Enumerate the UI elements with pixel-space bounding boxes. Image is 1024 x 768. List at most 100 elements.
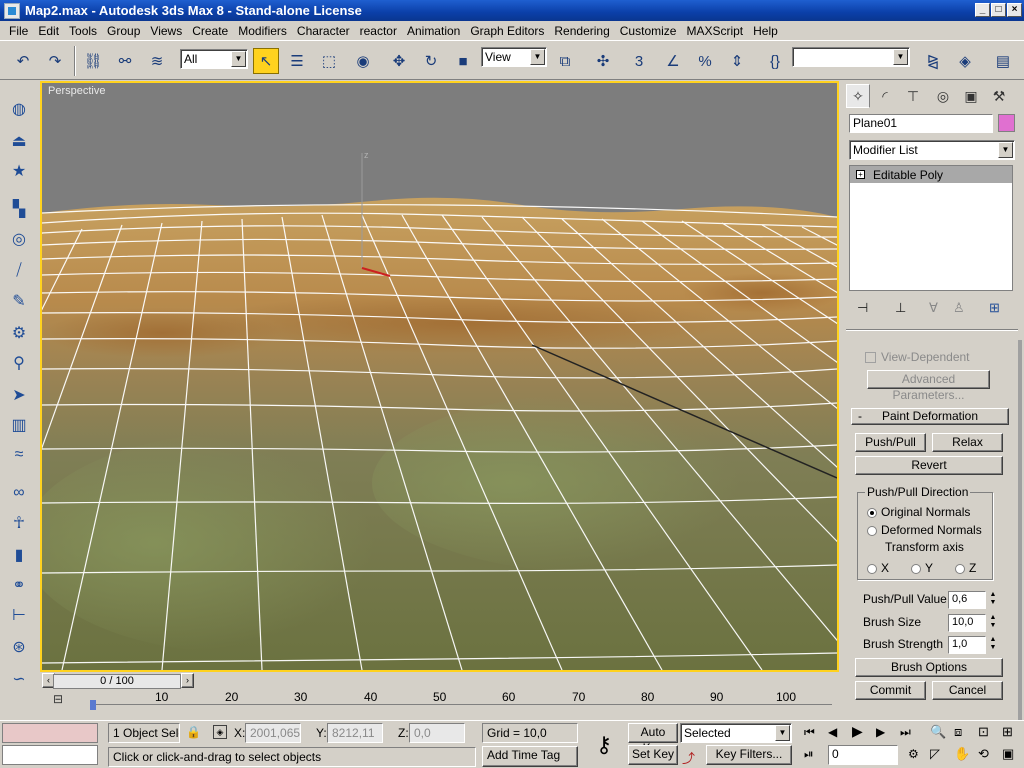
key-filters-button[interactable]: Key Filters... (706, 745, 792, 765)
snaps-toggle-icon[interactable]: 3 (626, 48, 652, 74)
link-icon[interactable]: ⚭ (7, 573, 31, 597)
original-normals-radio[interactable]: Original Normals (867, 505, 970, 519)
relax-button[interactable]: Relax (932, 433, 1003, 452)
push-pull-button[interactable]: Push/Pull (855, 433, 926, 452)
biped-icon[interactable]: ☥ (7, 511, 31, 535)
auto-key-button[interactable]: Auto Key (628, 723, 678, 755)
reference-coordinate-dropdown[interactable]: View ▼ (481, 47, 547, 67)
tube-icon[interactable]: ⧸ (7, 259, 31, 283)
rectangular-selection-icon[interactable]: ⬚ (316, 48, 342, 74)
menu-file[interactable]: File (4, 24, 33, 38)
expand-icon[interactable]: + (856, 170, 865, 179)
mirror-icon[interactable]: ⧎ (920, 48, 946, 74)
y-coordinate-field[interactable]: 8212,11 (327, 723, 383, 743)
gear-icon[interactable]: ⚙ (7, 321, 31, 345)
modify-tab-icon[interactable]: ◜ (873, 84, 897, 108)
axis-x-radio[interactable]: X (867, 561, 889, 575)
brush-size-spinner[interactable]: ▲ ▼ (988, 614, 998, 632)
modifier-list-dropdown[interactable]: Modifier List ▼ (849, 140, 1015, 160)
default-tangent-icon[interactable]: ⤴ (682, 748, 695, 767)
brush-size-field[interactable]: 10,0 (948, 614, 986, 632)
align-icon[interactable]: ◈ (952, 48, 978, 74)
menu-edit[interactable]: Edit (33, 24, 64, 38)
select-and-scale-icon[interactable]: ■ (450, 48, 476, 74)
maximize-viewport-icon[interactable]: ▣ (1002, 746, 1014, 762)
bind-space-warp-icon[interactable]: ≋ (144, 48, 170, 74)
paint-icon[interactable]: ✎ (7, 289, 31, 313)
menu-help[interactable]: Help (748, 24, 783, 38)
deformed-normals-radio[interactable]: Deformed Normals (867, 523, 982, 537)
object-color-swatch[interactable] (998, 114, 1015, 132)
brush-options-button[interactable]: Brush Options (855, 658, 1003, 677)
cloth-icon[interactable]: ▥ (7, 413, 31, 437)
select-by-name-icon[interactable]: ☰ (284, 48, 310, 74)
time-configuration-icon[interactable]: ⚙ (908, 747, 919, 761)
zoom-extents-all-icon[interactable]: ⊞ (1002, 724, 1013, 740)
commit-button[interactable]: Commit (855, 681, 926, 700)
cancel-button[interactable]: Cancel (932, 681, 1003, 700)
prev-frame-icon[interactable]: ◀ (828, 725, 837, 739)
curve-editor-icon[interactable]: ⊟ (53, 692, 69, 708)
menu-tools[interactable]: Tools (64, 24, 102, 38)
select-and-link-icon[interactable]: ⛓ (80, 48, 106, 74)
menu-views[interactable]: Views (145, 24, 187, 38)
current-frame-field[interactable]: 0 (828, 745, 898, 765)
maximize-button[interactable]: □ (991, 3, 1006, 17)
maxscript-input-mini[interactable] (2, 745, 98, 765)
track-bar[interactable]: ⊟ 10 20 30 40 50 60 70 80 90 100 (40, 690, 839, 718)
push-pull-value-spinner[interactable]: ▲ ▼ (988, 591, 998, 609)
waves-icon[interactable]: ≈ (7, 443, 31, 467)
menu-character[interactable]: Character (292, 24, 355, 38)
wheel-icon[interactable]: ⊛ (7, 635, 31, 659)
configure-modifier-sets-icon[interactable]: ⊞ (989, 300, 1000, 316)
revert-button[interactable]: Revert (855, 456, 1003, 475)
select-and-move-icon[interactable]: ✥ (386, 48, 412, 74)
spinner-snap-icon[interactable]: ⇕ (724, 48, 750, 74)
object-name-field[interactable]: Plane01 (849, 114, 993, 133)
hierarchy-tab-icon[interactable]: ⊤ (901, 84, 925, 108)
utilities-tab-icon[interactable]: ⚒ (987, 84, 1011, 108)
perspective-viewport[interactable]: z Perspective (40, 81, 839, 672)
next-frame-icon[interactable]: ▶ (876, 725, 885, 739)
make-unique-icon[interactable]: ∀ (929, 300, 938, 316)
angle-snap-icon[interactable]: ∠ (660, 48, 686, 74)
menu-reactor[interactable]: reactor (355, 24, 402, 38)
add-time-tag-button[interactable]: Add Time Tag (482, 746, 578, 767)
field-of-view-icon[interactable]: ◸ (930, 746, 940, 762)
create-tab-icon[interactable]: ✧ (846, 84, 870, 108)
axis-y-radio[interactable]: Y (911, 561, 933, 575)
select-and-manipulate-icon[interactable]: ✣ (590, 48, 616, 74)
hinge-icon[interactable]: ⊢ (7, 603, 31, 627)
zoom-extents-icon[interactable]: ⊡ (978, 724, 989, 740)
next-frame-arrow[interactable]: › (181, 673, 194, 688)
pivot-center-icon[interactable]: ⧉ (552, 48, 578, 74)
menu-graph-editors[interactable]: Graph Editors (465, 24, 549, 38)
menu-maxscript[interactable]: MAXScript (681, 24, 748, 38)
cone-icon[interactable]: ⏏ (7, 129, 31, 153)
layer-manager-icon[interactable]: ▤ (990, 48, 1016, 74)
arrow-icon[interactable]: ➤ (7, 383, 31, 407)
named-selection-dropdown[interactable]: ▼ (792, 47, 910, 67)
play-icon[interactable]: ▶ (852, 723, 863, 740)
display-tab-icon[interactable]: ▣ (959, 84, 983, 108)
menu-rendering[interactable]: Rendering (549, 24, 614, 38)
axis-z-radio[interactable]: Z (955, 561, 976, 575)
zoom-icon[interactable]: 🔍 (930, 724, 946, 740)
maxscript-listener-mini[interactable] (2, 723, 98, 743)
view-dependent-checkbox[interactable]: View-Dependent (865, 350, 970, 364)
coil-icon[interactable]: ◎ (7, 227, 31, 251)
push-pull-value-field[interactable]: 0,6 (948, 591, 986, 609)
z-coordinate-field[interactable]: 0,0 (409, 723, 465, 743)
key-mode-toggle-icon[interactable]: ⏯ (804, 747, 814, 762)
wind-icon[interactable]: ⚲ (7, 351, 31, 375)
percent-snap-icon[interactable]: % (692, 48, 718, 74)
menu-customize[interactable]: Customize (615, 24, 682, 38)
menu-modifiers[interactable]: Modifiers (233, 24, 292, 38)
menu-animation[interactable]: Animation (402, 24, 465, 38)
sphere-icon[interactable]: ◍ (7, 97, 31, 121)
rings-icon[interactable]: ∞ (7, 481, 31, 505)
pan-icon[interactable]: ✋ (954, 746, 970, 762)
close-button[interactable]: × (1007, 3, 1022, 17)
x-coordinate-field[interactable]: 2001,065 (245, 723, 301, 743)
select-and-rotate-icon[interactable]: ↻ (418, 48, 444, 74)
